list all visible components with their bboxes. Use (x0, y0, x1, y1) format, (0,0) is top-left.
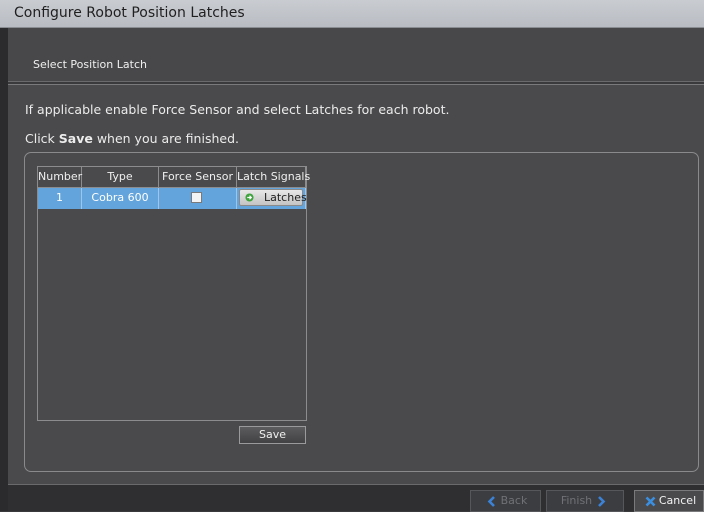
cancel-button[interactable]: Cancel (634, 490, 704, 512)
finish-button-label: Finish (560, 494, 593, 507)
column-header-type[interactable]: Type (82, 167, 159, 188)
back-arrow-icon (487, 495, 495, 507)
save-button[interactable]: Save (239, 426, 306, 444)
footer-bar: Back Finish Cancel (8, 484, 704, 512)
forward-arrow-icon (598, 495, 606, 507)
robot-grid: Number Type Force Sensor Latch Signals 1… (37, 166, 310, 421)
instruction-line-1: If applicable enable Force Sensor and se… (25, 102, 450, 117)
cell-latch-signals: Latches (237, 188, 307, 209)
grid-header: Number Type Force Sensor Latch Signals (38, 167, 310, 188)
title-bar: Configure Robot Position Latches (0, 0, 704, 28)
back-button-label: Back (500, 494, 528, 507)
step-subtitle: Select Position Latch (33, 58, 147, 71)
column-header-force-sensor[interactable]: Force Sensor (159, 167, 237, 188)
x-icon (645, 496, 656, 506)
force-sensor-checkbox[interactable] (191, 192, 202, 203)
finish-button[interactable]: Finish (546, 490, 624, 512)
content-panel: If applicable enable Force Sensor and se… (8, 84, 704, 484)
left-edge (0, 28, 8, 511)
instruction-suffix: when you are finished. (92, 131, 239, 146)
latches-button[interactable]: Latches (239, 189, 307, 206)
column-header-latch-signals[interactable]: Latch Signals (237, 167, 310, 188)
cell-type: Cobra 600 (82, 188, 159, 209)
cancel-button-label: Cancel (658, 494, 697, 507)
window-title: Configure Robot Position Latches (14, 5, 245, 21)
column-header-number[interactable]: Number (38, 167, 82, 188)
instruction-prefix: Click (25, 131, 59, 146)
header-panel: Select Position Latch (8, 28, 704, 82)
cell-number: 1 (38, 188, 82, 209)
latches-button-label: Latches (264, 191, 307, 204)
instruction-line-2: Click Save when you are finished. (25, 131, 239, 146)
table-row[interactable]: 1 Cobra 600 Latches (38, 188, 307, 209)
green-arrow-icon (245, 193, 254, 202)
back-button[interactable]: Back (470, 490, 541, 512)
cell-force-sensor (159, 188, 237, 209)
instruction-save-word: Save (58, 131, 93, 146)
